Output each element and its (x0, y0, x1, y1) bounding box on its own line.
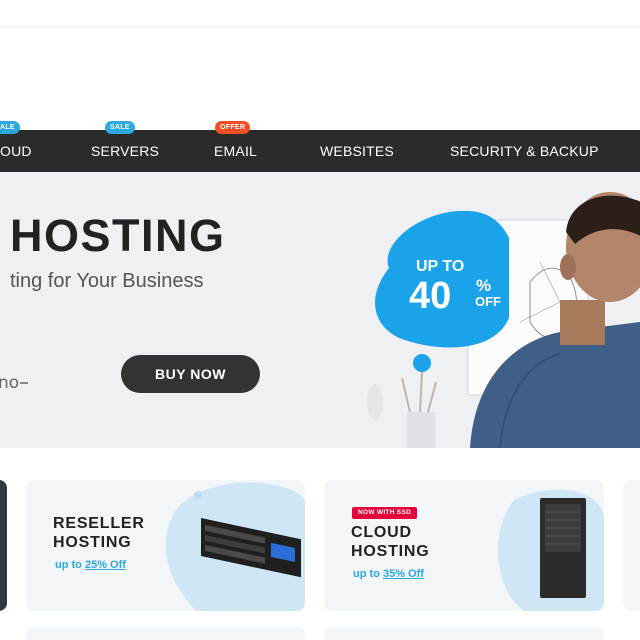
product-card-partial-left[interactable] (0, 480, 7, 611)
card-title: RESELLER HOSTING (53, 515, 145, 551)
promo-up-to: UP TO (416, 258, 465, 275)
nav-item-websites[interactable]: WEBSITES (320, 130, 394, 172)
card-offer: up to 35% Off (353, 568, 424, 580)
nav-badge-sale: SALE (0, 121, 20, 134)
nav-badge-offer: OFFER (215, 121, 251, 134)
nav-item-servers[interactable]: SERVERS (91, 130, 159, 172)
product-card-cloud[interactable]: CLOUD HOSTING up to 35% Off (324, 480, 604, 611)
nav-item-cloud[interactable]: OUD (0, 130, 32, 172)
ssd-badge: NOW WITH SSD (352, 507, 418, 519)
promo-percent: % (476, 276, 492, 295)
product-card-row2[interactable] (324, 628, 604, 640)
product-card-partial-right[interactable] (623, 480, 640, 611)
promo-value: 40 (409, 275, 452, 317)
top-header-bar (0, 0, 640, 28)
card-title: CLOUD HOSTING (351, 524, 430, 560)
promo-off: OFF (475, 294, 501, 309)
hero-banner: HOSTING ting for Your Business no BUY NO… (0, 172, 640, 448)
product-card-row2[interactable] (26, 628, 305, 640)
card-offer: up to 25% Off (55, 559, 126, 571)
product-card-reseller[interactable]: RESELLER HOSTING up to 25% Off (26, 480, 305, 611)
main-nav: OUD SERVERS EMAIL WEBSITES SECURITY & BA… (0, 130, 640, 172)
nav-item-security-backup[interactable]: SECURITY & BACKUP (450, 130, 599, 172)
nav-item-email[interactable]: EMAIL (214, 130, 257, 172)
nav-badge-sale: SALE (105, 121, 135, 134)
hero-illustration (367, 192, 640, 448)
